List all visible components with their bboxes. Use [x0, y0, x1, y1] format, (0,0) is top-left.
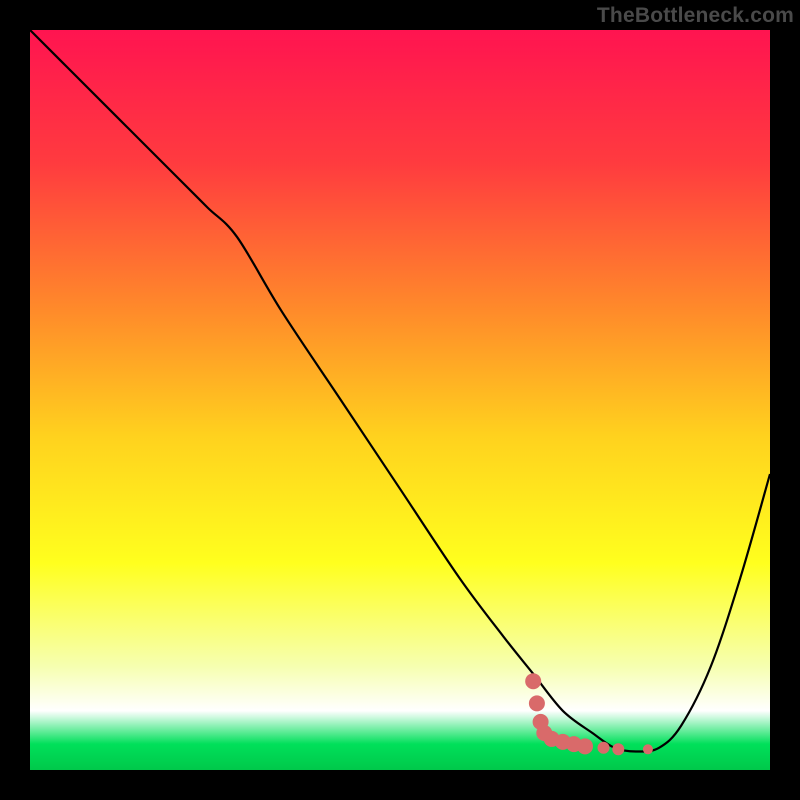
data-point: [577, 738, 593, 754]
data-point: [598, 742, 610, 754]
chart-frame: [30, 30, 770, 770]
watermark-text: TheBottleneck.com: [597, 4, 794, 28]
bottleneck-chart: [30, 30, 770, 770]
data-point: [612, 743, 624, 755]
data-point: [529, 695, 545, 711]
data-point: [643, 744, 653, 754]
data-point: [525, 673, 541, 689]
